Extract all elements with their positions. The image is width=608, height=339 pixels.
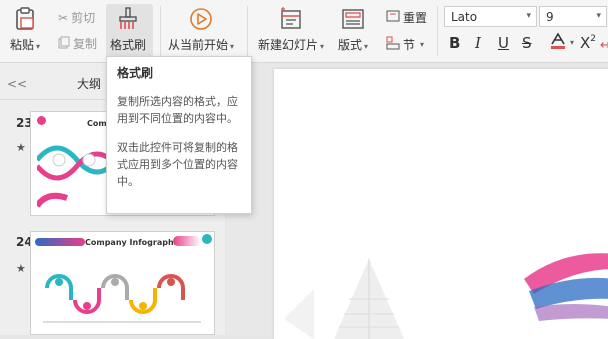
paste-button[interactable]: 粘贴 ▾	[10, 6, 40, 53]
chevron-down-icon[interactable]: ▾	[570, 38, 574, 47]
tab-outline[interactable]: 大纲	[77, 75, 101, 92]
superscript-icon[interactable]: X2	[580, 34, 596, 52]
reset-button[interactable]: 重置	[386, 9, 427, 26]
scissors-icon: ✂	[58, 10, 69, 25]
section-icon	[386, 36, 400, 53]
clipboard-icon	[12, 6, 38, 32]
copy-button[interactable]: 复制	[58, 35, 97, 52]
font-size-value: 9	[546, 9, 554, 24]
section-label: 节	[403, 38, 416, 52]
slide-thumbnail[interactable]: Company Infographic	[30, 231, 215, 335]
underline-icon[interactable]: U	[498, 34, 509, 52]
copy-label: 复制	[73, 37, 98, 51]
cut-button[interactable]: ✂ 剪切	[58, 9, 95, 26]
reset-label: 重置	[403, 11, 428, 25]
collapse-panel-icon[interactable]: <<	[7, 77, 27, 91]
thumbnail-title: Company Infographic	[85, 238, 182, 247]
star-icon: ★	[16, 262, 26, 275]
brush-decoration	[35, 238, 85, 246]
paintbrush-icon	[115, 6, 141, 32]
dot-decoration	[37, 116, 46, 125]
bold-icon[interactable]: B	[449, 34, 460, 52]
dot-decoration	[202, 234, 212, 244]
tooltip-hint: 双击此控件可将复制的格式应用到多个位置的内容中。	[117, 141, 238, 188]
infographic-graphic	[43, 274, 201, 323]
new-slide-label: 新建幻灯片	[258, 38, 319, 52]
layout-label: 版式	[338, 38, 363, 52]
font-size-select[interactable]: 9 ▾	[539, 6, 607, 27]
cut-label: 剪切	[71, 11, 96, 25]
layout-icon	[340, 6, 366, 32]
copy-icon	[58, 36, 70, 52]
brush-decoration	[173, 236, 201, 246]
strikethrough-icon[interactable]: S	[522, 34, 532, 52]
clear-format-icon[interactable]: ↔	[600, 38, 608, 53]
chevron-down-icon: ▾	[596, 11, 601, 21]
chevron-down-icon: ▾	[526, 11, 531, 21]
new-slide-button[interactable]: 新建幻灯片 ▾	[258, 6, 324, 53]
new-slide-icon	[278, 6, 304, 32]
format-painter-tooltip: 格式刷 复制所选内容的格式，应用到不同位置的内容中。 双击此控件可将复制的格式应…	[106, 56, 252, 214]
format-painter-label: 格式刷	[110, 38, 147, 52]
slide-background-graphic	[284, 253, 608, 339]
current-slide[interactable]	[274, 69, 608, 339]
italic-icon[interactable]: I	[475, 34, 481, 52]
play-from-current-button[interactable]: 从当前开始 ▾	[168, 6, 234, 53]
format-painter-button[interactable]: 格式刷	[110, 6, 146, 53]
ribbon-toolbar: 粘贴 ▾ ✂ 剪切 复制 格式刷 从当前开始 ▾ 新建幻灯片 ▾ 版式 ▾ 重置…	[0, 0, 608, 63]
font-name-select[interactable]: Lato ▾	[444, 6, 537, 27]
reset-icon	[386, 9, 400, 26]
star-icon: ★	[16, 141, 26, 154]
font-name-value: Lato	[451, 9, 478, 24]
play-icon	[188, 6, 214, 32]
section-button[interactable]: 节 ▾	[386, 36, 424, 53]
paste-label: 粘贴	[10, 38, 35, 52]
tooltip-description: 复制所选内容的格式，应用到不同位置的内容中。	[117, 95, 238, 125]
tooltip-title: 格式刷	[117, 66, 154, 80]
font-color-icon[interactable]	[548, 32, 568, 54]
from-current-label: 从当前开始	[168, 38, 229, 52]
layout-button[interactable]: 版式 ▾	[338, 6, 368, 53]
slide-canvas	[226, 63, 608, 339]
